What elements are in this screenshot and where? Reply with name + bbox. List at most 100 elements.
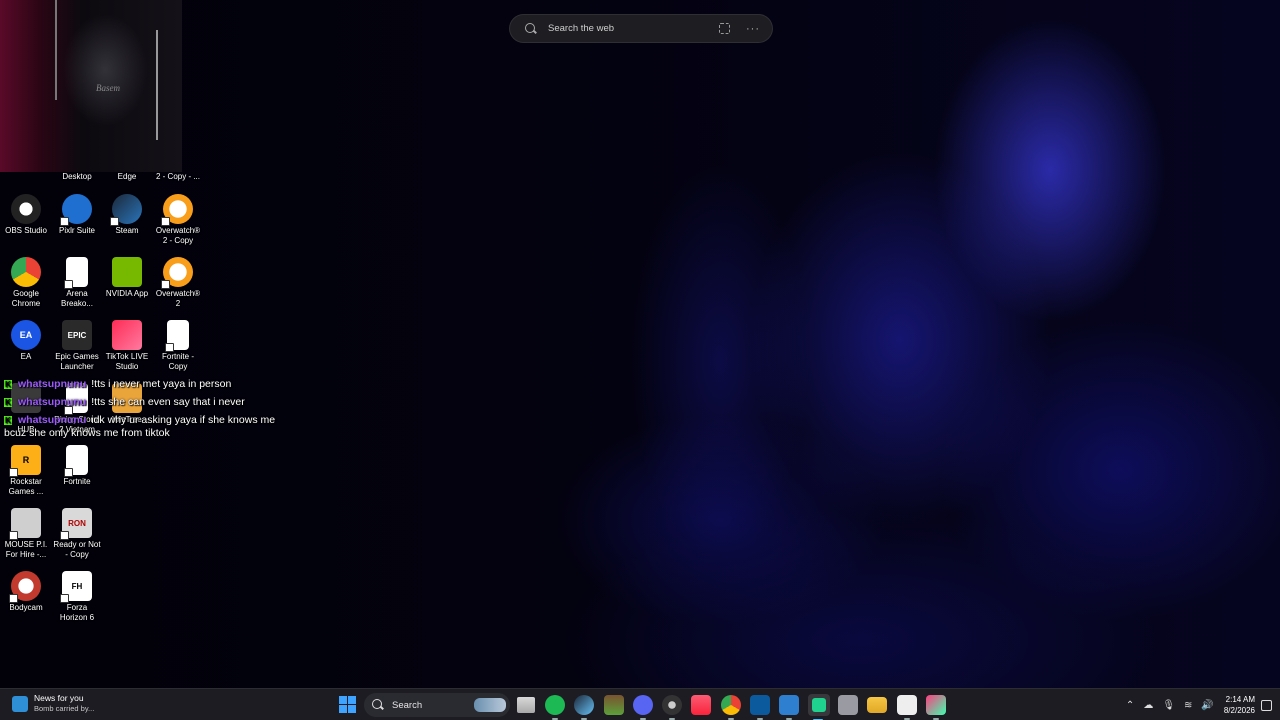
- chevron-up-icon[interactable]: ⌃: [1126, 700, 1134, 711]
- file-explorer-icon[interactable]: [867, 697, 887, 713]
- chat-username: whatsupnunu: [18, 414, 87, 426]
- ready-or-not-icon: RON: [60, 508, 92, 540]
- news-subtitle: Bomb carried by...: [34, 704, 95, 713]
- file-icon: [64, 445, 88, 477]
- chrome-icon: [11, 257, 41, 287]
- desktop-icon-label: Epic Games Launcher: [55, 352, 99, 371]
- webcam-detail: [55, 0, 57, 100]
- desktop-icon-forza[interactable]: FH Forza Horizon 6: [52, 571, 102, 623]
- more-options-button[interactable]: ···: [746, 23, 760, 35]
- desktop-icon-fortnite[interactable]: Fortnite: [52, 445, 102, 487]
- search-icon: [372, 699, 384, 711]
- onedrive-icon[interactable]: ☁: [1143, 700, 1153, 711]
- volume-icon[interactable]: 🔊: [1201, 700, 1213, 711]
- chat-message: Kwhatsupnunu !tts she can even say that i…: [4, 396, 294, 409]
- desktop-icon-label: Bodycam: [9, 603, 43, 612]
- ea-icon: EA: [11, 320, 41, 350]
- desktop-icon-mouse-pi[interactable]: MOUSE P.I. For Hire -...: [1, 508, 51, 560]
- itunes-icon[interactable]: [691, 695, 711, 715]
- desktop-icon-obs[interactable]: OBS Studio: [1, 194, 51, 236]
- desktop-icon-label: MOUSE P.I. For Hire -...: [4, 540, 48, 559]
- desktop-icon-label: Forza Horizon 6: [59, 603, 95, 622]
- desktop-icon-label: Google Chrome: [11, 289, 41, 308]
- kick-badge-icon: K: [4, 379, 12, 389]
- desktop-icon-rockstar[interactable]: R Rockstar Games ...: [1, 445, 51, 497]
- start-button[interactable]: [338, 695, 358, 715]
- clock-time: 2:14 AM: [1225, 695, 1255, 704]
- desktop-icon-label: Overwatch® 2 - Copy: [155, 226, 201, 245]
- taskbar-search-label: Search: [392, 699, 423, 711]
- desktop-icon-label: Ready or Not - Copy: [53, 540, 101, 559]
- epic-icon: EPIC: [62, 320, 92, 350]
- microphone-icon[interactable]: 🎙: [1162, 700, 1175, 711]
- desktop-icon-label[interactable]: Desktop: [52, 172, 102, 181]
- spotify-icon[interactable]: [545, 695, 565, 720]
- kick-badge-icon: K: [4, 397, 12, 407]
- bodycam-icon: [9, 571, 41, 603]
- minecraft-icon[interactable]: [604, 695, 624, 715]
- clock-date: 8/2/2026: [1223, 706, 1255, 715]
- window-icon[interactable]: [750, 695, 770, 720]
- app-icon[interactable]: [808, 694, 830, 720]
- chat-text: !tts she can even say that i never: [91, 396, 245, 408]
- start-icon: [339, 696, 347, 704]
- taskbar-search[interactable]: Search: [364, 693, 510, 717]
- system-tray: ⌃ ☁ 🎙 ≋ 🔊 2:14 AM 8/2/2026: [1117, 689, 1272, 720]
- file-icon: [165, 320, 189, 352]
- steam-icon: [110, 194, 142, 226]
- desktop-icon-nvidia[interactable]: NVIDIA App: [102, 257, 152, 299]
- desktop-icon-chrome[interactable]: Google Chrome: [1, 257, 51, 309]
- capcut-icon[interactable]: [926, 695, 946, 720]
- stream-chat-overlay: Kwhatsupnunu !tts i never met yaya in per…: [4, 378, 294, 445]
- desktop-icon-label: TikTok LIVE Studio: [105, 352, 149, 371]
- wifi-icon[interactable]: ≋: [1184, 700, 1192, 711]
- desktop-icon-label[interactable]: Edge: [102, 172, 152, 181]
- notification-icon[interactable]: [1261, 699, 1272, 711]
- news-title: News for you: [34, 693, 84, 703]
- news-icon: [12, 695, 28, 712]
- rockstar-icon: R: [9, 445, 41, 477]
- notepad-icon[interactable]: [779, 695, 799, 720]
- web-search-placeholder[interactable]: Search the web: [548, 23, 719, 34]
- search-icon: [524, 22, 538, 36]
- desktop-icon-pixlr[interactable]: Pixlr Suite: [52, 194, 102, 236]
- desktop-icon-label: Pixlr Suite: [58, 226, 95, 235]
- chrome-icon[interactable]: [721, 695, 741, 720]
- app-icon-glyph: [812, 698, 826, 712]
- mouse-icon: [9, 508, 41, 540]
- clock[interactable]: 2:14 AM 8/2/2026: [1224, 694, 1255, 716]
- visual-search-icon[interactable]: [719, 23, 730, 34]
- obs-icon[interactable]: [662, 695, 682, 720]
- obs-icon: [11, 194, 41, 224]
- desktop-icon-label: NVIDIA App: [105, 289, 149, 298]
- taskbar: News for you Bomb carried by... Search ⌃…: [0, 688, 1280, 720]
- desktop-icon-arena-breakout[interactable]: Arena Breako...: [52, 257, 102, 309]
- news-widget[interactable]: News for you Bomb carried by...: [12, 693, 94, 714]
- desktop-icon-bodycam[interactable]: Bodycam: [1, 571, 51, 613]
- vs-code-icon[interactable]: [897, 695, 917, 720]
- task-view-icon[interactable]: [517, 697, 535, 713]
- desktop-icon-overwatch[interactable]: Overwatch® 2: [153, 257, 203, 309]
- steam-icon[interactable]: [574, 695, 594, 720]
- desktop-icon-tiktok-live[interactable]: TikTok LIVE Studio: [102, 320, 152, 372]
- chat-username: whatsupnunu: [18, 378, 87, 390]
- desktop-icon-ea[interactable]: EA EA: [1, 320, 51, 362]
- nvidia-icon: [112, 257, 142, 287]
- desktop-icon-ready-or-not[interactable]: RON Ready or Not - Copy: [52, 508, 102, 560]
- web-search-widget[interactable]: Search the web ···: [509, 14, 773, 43]
- webcam-sign: Basem: [96, 83, 120, 93]
- desktop-icon-label[interactable]: 2 - Copy - ...: [153, 172, 203, 181]
- overwatch-icon: [161, 194, 193, 226]
- start-icon: [348, 696, 356, 704]
- webcam-overlay: Basem: [0, 0, 182, 172]
- start-icon: [339, 705, 347, 713]
- desktop-icon-fortnite-copy[interactable]: Fortnite - Copy: [153, 320, 203, 372]
- desktop-icon-epic-games[interactable]: EPIC Epic Games Launcher: [52, 320, 102, 372]
- desktop-icon-steam[interactable]: Steam: [102, 194, 152, 236]
- chat-message: Kwhatsupnunu idk why ur asking yaya if sh…: [4, 414, 294, 440]
- desktop-icon-label: Rockstar Games ...: [8, 477, 44, 496]
- discord-icon[interactable]: [633, 695, 653, 720]
- desktop-icon-overwatch-copy[interactable]: Overwatch® 2 - Copy: [153, 194, 203, 246]
- webcam-detail: [156, 30, 158, 140]
- gray-app-icon[interactable]: [838, 695, 858, 715]
